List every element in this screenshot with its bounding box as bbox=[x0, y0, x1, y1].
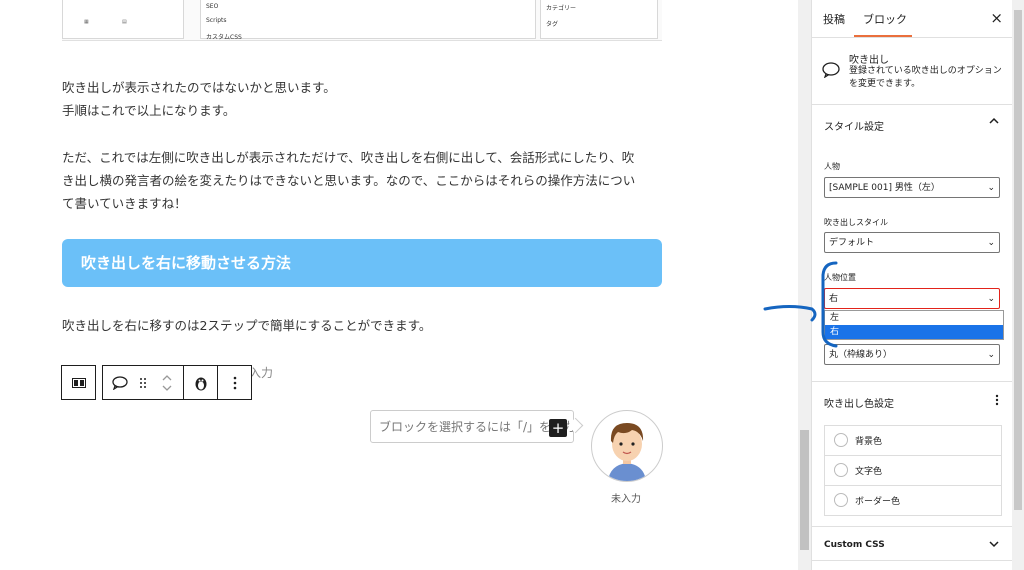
section-heading[interactable]: 吹き出しを右に移動させる方法 bbox=[62, 239, 662, 287]
color-item-text[interactable]: 文字色 bbox=[825, 456, 1001, 486]
penguin-icon[interactable] bbox=[184, 366, 217, 399]
vertical-ellipsis-icon[interactable] bbox=[995, 394, 999, 409]
add-block-button[interactable]: + bbox=[549, 419, 567, 437]
chevron-down-icon: ⌄ bbox=[987, 238, 995, 248]
paragraph-3[interactable]: 吹き出しを右に移すのは2ステップで簡単にすることができます。 bbox=[62, 314, 431, 337]
person-label: 人物 bbox=[824, 162, 840, 171]
position-dropdown: 左 右 bbox=[824, 310, 1004, 340]
sidebar-tabs: 投稿 ブロック × bbox=[812, 0, 1013, 38]
color-panel-title[interactable]: 吹き出し色設定 bbox=[824, 395, 894, 410]
paragraph-2[interactable]: ただ、これでは左側に吹き出しが表示されただけで、吹き出しを右側に出して、会話形式… bbox=[62, 146, 635, 215]
editor-canvas: ▦ ▤ SEO Scripts カスタムCSS カテゴリー タグ 吹き出しが表示… bbox=[0, 0, 798, 570]
vertical-ellipsis-icon[interactable] bbox=[218, 366, 251, 399]
style-panel-title[interactable]: スタイル設定 bbox=[824, 118, 884, 133]
sidebar-scrollbar[interactable] bbox=[1012, 0, 1024, 570]
settings-sidebar: 投稿 ブロック × 吹き出し 登録されている吹き出しのオプションを変更できます。… bbox=[811, 0, 1013, 570]
color-item-background[interactable]: 背景色 bbox=[825, 426, 1001, 456]
chevron-down-icon: ⌄ bbox=[987, 294, 995, 304]
dropdown-option-left[interactable]: 左 bbox=[825, 311, 1003, 325]
block-description: 登録されている吹き出しのオプションを変更できます。 bbox=[849, 66, 1002, 89]
custom-css-panel-title[interactable]: Custom CSS bbox=[824, 540, 885, 550]
color-item-border[interactable]: ボーダー色 bbox=[825, 486, 1001, 515]
tab-post[interactable]: 投稿 bbox=[823, 11, 845, 27]
tab-block[interactable]: ブロック bbox=[863, 11, 907, 27]
frame-select[interactable]: 丸（枠線あり） ⌄ bbox=[824, 344, 1000, 365]
position-label: 人物位置 bbox=[824, 273, 856, 282]
scrollbar-thumb[interactable] bbox=[1014, 10, 1022, 510]
balloon-text-input[interactable]: ブロックを選択するには「/」を入力 bbox=[370, 410, 574, 443]
close-icon[interactable]: × bbox=[990, 9, 1003, 27]
placeholder-text: 入力 bbox=[249, 366, 274, 380]
avatar-name[interactable]: 未入力 bbox=[600, 490, 652, 505]
toolbar-group-parent bbox=[61, 365, 96, 400]
avatar[interactable] bbox=[591, 410, 663, 482]
paragraph-1[interactable]: 吹き出しが表示されたのではないかと思います。 手順はこれで以上になります。 bbox=[62, 76, 336, 122]
dropdown-option-right[interactable]: 右 bbox=[825, 325, 1003, 339]
color-swatch-icon bbox=[834, 493, 848, 507]
active-tab-indicator bbox=[854, 35, 912, 37]
block-title: 吹き出し bbox=[849, 55, 889, 66]
toolbar-group-block bbox=[102, 365, 252, 400]
position-select[interactable]: 右 ⌄ bbox=[824, 288, 1000, 309]
block-toolbar bbox=[61, 365, 252, 400]
color-settings-list: 背景色 文字色 ボーダー色 bbox=[824, 425, 1002, 516]
editor-scrollbar[interactable] bbox=[798, 0, 811, 570]
speech-bubble-icon[interactable] bbox=[103, 366, 136, 399]
drag-handle-icon[interactable] bbox=[136, 366, 150, 399]
person-select[interactable]: [SAMPLE 001] 男性（左） ⌄ bbox=[824, 177, 1000, 198]
up-down-chevron-icon[interactable] bbox=[150, 366, 183, 399]
embedded-screenshot: ▦ ▤ SEO Scripts カスタムCSS カテゴリー タグ bbox=[62, 0, 662, 41]
scrollbar-thumb[interactable] bbox=[800, 430, 809, 550]
speech-bubble-icon bbox=[822, 62, 840, 82]
balloon-style-select[interactable]: デフォルト ⌄ bbox=[824, 232, 1000, 253]
chevron-down-icon: ⌄ bbox=[987, 350, 995, 360]
screenshot-panel bbox=[200, 0, 536, 39]
color-swatch-icon bbox=[834, 463, 848, 477]
chevron-down-icon[interactable] bbox=[989, 540, 999, 551]
chevron-down-icon: ⌄ bbox=[987, 183, 995, 193]
color-swatch-icon bbox=[834, 433, 848, 447]
balloon-style-label: 吹き出しスタイル bbox=[824, 218, 888, 227]
chevron-up-icon[interactable] bbox=[989, 116, 999, 127]
columns-icon[interactable] bbox=[62, 366, 95, 399]
